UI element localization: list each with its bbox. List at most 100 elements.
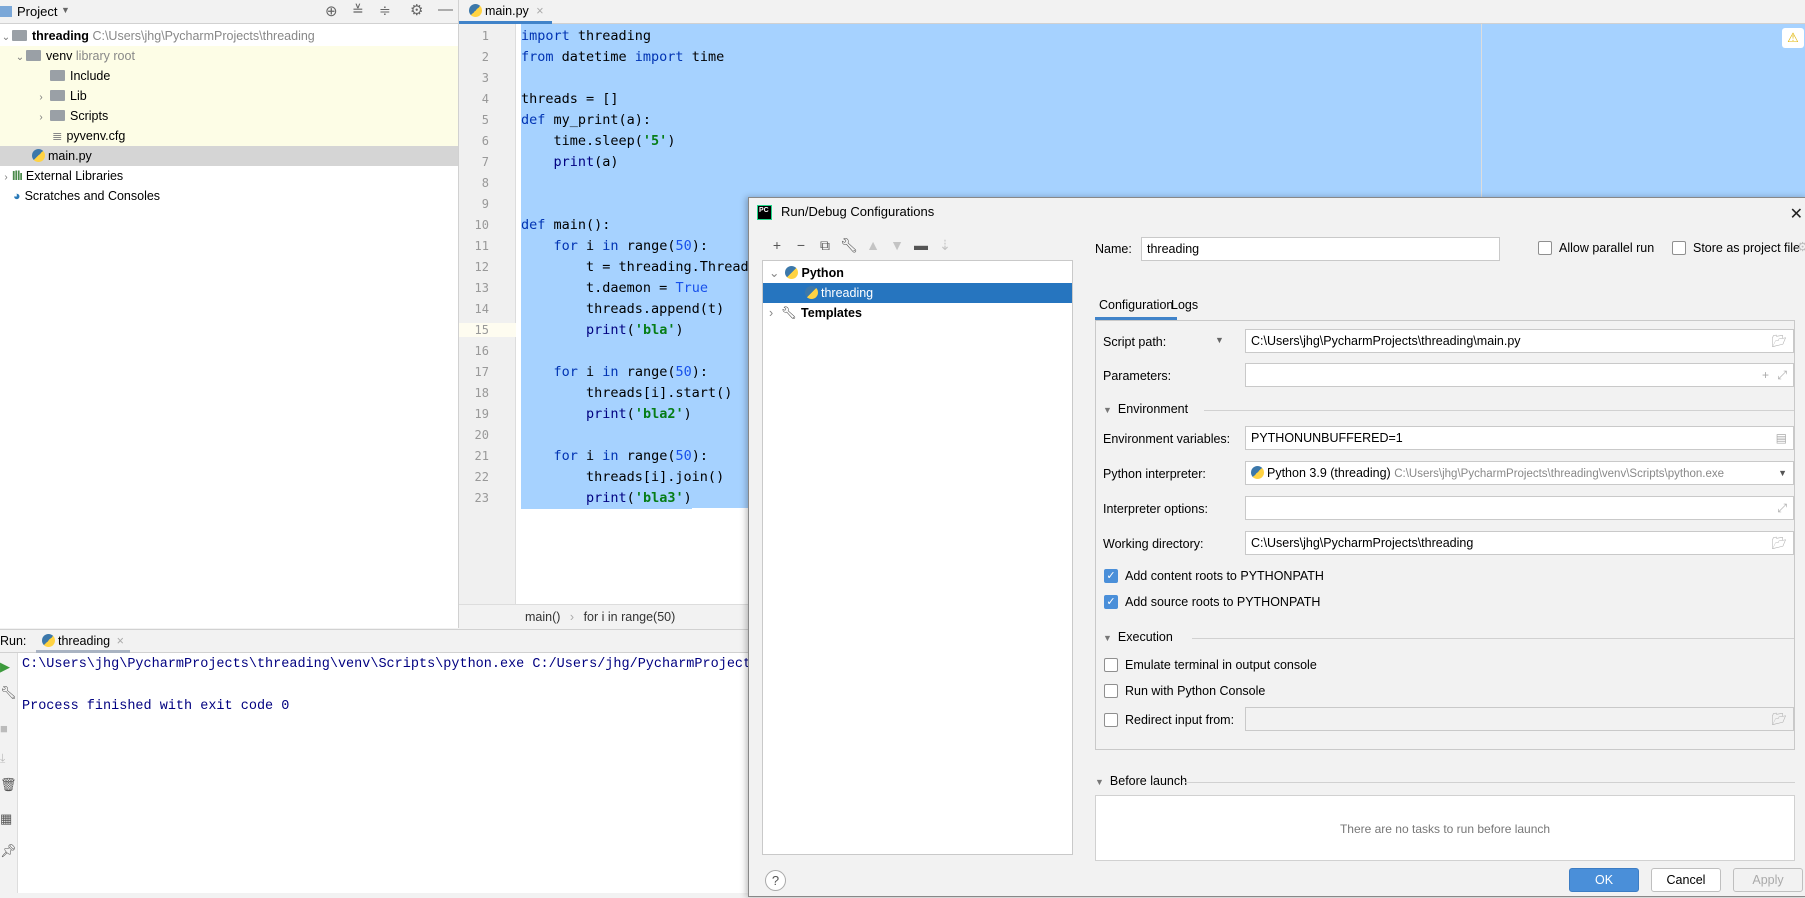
- working-dir-input[interactable]: C:\Users\jhg\PycharmProjects\threading 📂︎: [1245, 531, 1794, 555]
- interpreter-options-input[interactable]: ⤢: [1245, 496, 1794, 520]
- tree-item-python[interactable]: ⌄ Python: [763, 263, 1072, 283]
- stop-icon[interactable]: ■: [0, 721, 8, 736]
- tree-item-pyvenv[interactable]: ≣ pyvenv.cfg: [0, 126, 458, 146]
- cancel-button[interactable]: Cancel: [1651, 868, 1721, 892]
- tab-configuration[interactable]: Configuration: [1095, 294, 1178, 320]
- chevron-down-icon[interactable]: ▼: [1778, 462, 1787, 484]
- collapse-all-icon[interactable]: ≑: [379, 2, 391, 19]
- expand-icon[interactable]: ⤢: [1777, 364, 1787, 386]
- allow-parallel-run-checkbox[interactable]: [1538, 241, 1552, 255]
- new-folder-icon[interactable]: ▬: [909, 237, 933, 253]
- folder-browse-icon[interactable]: 📂︎: [1772, 330, 1787, 352]
- copy-icon[interactable]: ⧉: [813, 237, 837, 254]
- code-line[interactable]: print('bla'): [521, 320, 684, 341]
- code-line[interactable]: for i in range(50):: [521, 362, 708, 383]
- folder-browse-icon[interactable]: 📂︎: [1772, 708, 1787, 730]
- tree-item-scratches[interactable]: ◕ Scratches and Consoles: [0, 186, 458, 206]
- interpreter-select[interactable]: Python 3.9 (threading) C:\Users\jhg\Pych…: [1245, 461, 1794, 485]
- tab-main-py[interactable]: main.py ×: [459, 0, 552, 24]
- code-line[interactable]: def my_print(a):: [521, 110, 652, 131]
- tree-item-threading[interactable]: ⌄ threading C:\Users\jhg\PycharmProjects\…: [0, 26, 458, 46]
- tab-logs[interactable]: Logs: [1171, 294, 1198, 316]
- minimize-icon[interactable]: —: [438, 1, 453, 18]
- expand-icon[interactable]: ⤢: [1777, 497, 1787, 519]
- store-as-project-file-checkbox[interactable]: [1672, 241, 1686, 255]
- code-line[interactable]: from datetime import time: [521, 47, 725, 68]
- add-icon[interactable]: +: [1762, 364, 1769, 386]
- warning-icon[interactable]: ⚠: [1782, 28, 1804, 48]
- move-down-icon[interactable]: ▼: [885, 237, 909, 253]
- parameters-input[interactable]: + ⤢: [1245, 363, 1794, 387]
- folder-browse-icon[interactable]: 📂︎: [1772, 532, 1787, 554]
- emulate-terminal-checkbox[interactable]: [1104, 658, 1118, 672]
- code-line[interactable]: time.sleep('5'): [521, 131, 676, 152]
- code-line[interactable]: threads[i].start(): [521, 383, 733, 404]
- remove-icon[interactable]: −: [789, 237, 813, 253]
- env-vars-input[interactable]: PYTHONUNBUFFERED=1 ▤: [1245, 426, 1794, 450]
- code-line[interactable]: def main():: [521, 215, 611, 236]
- script-type-dropdown[interactable]: ▼: [1215, 335, 1224, 345]
- redirect-input-field[interactable]: 📂︎: [1245, 707, 1794, 731]
- code-line[interactable]: threads[i].join(): [521, 467, 725, 488]
- move-up-icon[interactable]: ▲: [861, 237, 885, 253]
- code-line[interactable]: threads.append(t): [521, 299, 725, 320]
- code-line[interactable]: t.daemon = True: [521, 278, 708, 299]
- tree-item-venv[interactable]: ⌄ venv library root: [0, 46, 458, 66]
- scroll-to-end-icon[interactable]: ⤓: [0, 751, 5, 766]
- script-path-input[interactable]: C:\Users\jhg\PycharmProjects\threading\m…: [1245, 329, 1794, 353]
- chevron-down-icon[interactable]: ⌄: [769, 266, 779, 280]
- project-view-selector[interactable]: Project: [17, 4, 57, 19]
- run-tab-threading[interactable]: threading ×: [36, 630, 130, 653]
- chevron-down-icon[interactable]: ⌄: [0, 28, 12, 48]
- run-with-console-checkbox[interactable]: [1104, 684, 1118, 698]
- add-icon[interactable]: +: [765, 237, 789, 253]
- edit-list-icon[interactable]: ▤: [1776, 427, 1787, 449]
- chevron-down-icon[interactable]: ⌄: [14, 48, 26, 68]
- code-line[interactable]: print('bla3'): [521, 488, 692, 509]
- code-line[interactable]: threads = []: [521, 89, 619, 110]
- wrench-icon[interactable]: 🔧︎: [837, 237, 861, 254]
- close-icon[interactable]: ×: [117, 634, 124, 648]
- tree-item-lib[interactable]: › Lib: [0, 86, 458, 106]
- code-line[interactable]: t = threading.Thread(: [521, 257, 757, 278]
- chevron-right-icon[interactable]: ›: [0, 168, 12, 188]
- close-icon[interactable]: ×: [536, 4, 543, 18]
- code-line[interactable]: print(a): [521, 152, 619, 173]
- gear-icon[interactable]: ⚙: [410, 1, 423, 19]
- tree-item-scripts[interactable]: › Scripts: [0, 106, 458, 126]
- code-line[interactable]: print('bla2'): [521, 404, 692, 425]
- pin-icon[interactable]: 📌︎: [0, 843, 17, 859]
- expand-all-icon[interactable]: ≚: [352, 2, 364, 19]
- layout-icon[interactable]: ▦: [0, 811, 12, 827]
- breadcrumb-item-main[interactable]: main(): [525, 610, 560, 624]
- before-launch-list[interactable]: There are no tasks to run before launch: [1095, 795, 1795, 861]
- tree-item-external-libraries[interactable]: › Illı External Libraries: [0, 166, 458, 186]
- tree-item-templates[interactable]: › 🔧︎ Templates: [763, 303, 1072, 323]
- chevron-right-icon[interactable]: ›: [769, 306, 773, 320]
- tree-item-main-py[interactable]: main.py: [0, 146, 458, 166]
- name-input[interactable]: threading: [1141, 237, 1500, 261]
- chevron-right-icon[interactable]: ›: [32, 108, 50, 128]
- code-line[interactable]: for i in range(50):: [521, 446, 708, 467]
- add-content-roots-checkbox[interactable]: ✓: [1104, 569, 1118, 583]
- wrench-icon[interactable]: 🔧︎: [0, 685, 17, 701]
- breadcrumb-item-for[interactable]: for i in range(50): [584, 610, 676, 624]
- locate-icon[interactable]: ⊕: [325, 2, 338, 20]
- gear-icon[interactable]: ⚙: [1797, 239, 1805, 254]
- code-line[interactable]: import threading: [521, 26, 652, 47]
- chevron-right-icon[interactable]: ›: [32, 88, 50, 108]
- sort-icon[interactable]: ⇣: [933, 237, 957, 254]
- rerun-icon[interactable]: ▶: [0, 659, 10, 675]
- redirect-input-checkbox[interactable]: [1104, 713, 1118, 727]
- chevron-down-icon[interactable]: ▼: [61, 5, 70, 15]
- execution-section[interactable]: ▼ Execution: [1103, 630, 1173, 644]
- ok-button[interactable]: OK: [1569, 868, 1639, 892]
- code-line[interactable]: for i in range(50):: [521, 236, 708, 257]
- help-button[interactable]: ?: [765, 870, 786, 891]
- apply-button[interactable]: Apply: [1733, 868, 1803, 892]
- before-launch-section[interactable]: ▼ Before launch: [1095, 774, 1187, 788]
- tree-item-include[interactable]: Include: [0, 66, 458, 86]
- trash-icon[interactable]: 🗑︎: [0, 777, 17, 793]
- tree-item-threading[interactable]: threading: [763, 283, 1072, 303]
- environment-section[interactable]: ▼ Environment: [1103, 402, 1188, 416]
